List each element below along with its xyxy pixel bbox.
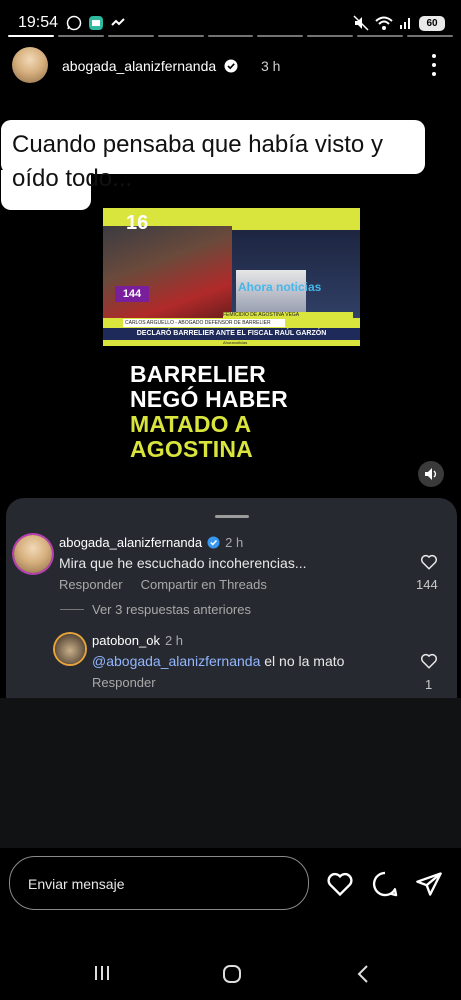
progress-segment — [207, 35, 254, 37]
progress-segment — [407, 35, 454, 37]
whatsapp-icon — [66, 15, 82, 31]
home-icon[interactable] — [221, 963, 243, 985]
reply-button[interactable]: Responder — [59, 577, 123, 592]
comment-text: @abogada_alanizfernanda el no la mato — [92, 653, 344, 669]
comment-text: Mira que he escuchado incoherencias... — [59, 555, 307, 571]
story-timestamp: 3 h — [261, 58, 281, 74]
channel-logo: Ahora noticias — [238, 280, 322, 294]
headline-line-3: MATADO A — [130, 411, 252, 437]
battery-indicator: 60 — [419, 15, 445, 31]
headline-line-4: AGOSTINA — [130, 436, 253, 462]
headline-line-1: BARRELIER — [130, 361, 266, 387]
thumbnail-photo-left — [103, 226, 232, 318]
story-username-row[interactable]: abogada_alanizfernanda — [62, 58, 238, 74]
comment-username[interactable]: abogada_alanizfernanda — [59, 535, 202, 550]
lower-third-sub: FEMICIDIO DE AGOSTINA VEGA — [223, 312, 353, 319]
comment-header: abogada_alanizfernanda 2 h — [59, 535, 243, 550]
story-avatar[interactable] — [12, 47, 48, 83]
headline: BARRELIER NEGÓ HABER MATADO A AGOSTINA — [130, 362, 288, 462]
progress-segment — [257, 35, 304, 37]
news-thumbnail[interactable]: 16 Ahora noticias 144 FEMICIDIO DE AGOST… — [103, 208, 360, 346]
verified-icon — [207, 536, 220, 549]
progress-segment — [357, 35, 404, 37]
wifi-icon — [375, 16, 393, 30]
channel-number: 16 — [126, 212, 149, 234]
comment-time: 2 h — [164, 633, 184, 648]
comment-body: el no la mato — [260, 653, 345, 669]
send-icon[interactable] — [415, 870, 443, 898]
comment-header: patobon_ok 2 h — [92, 633, 183, 648]
headline-line-2: NEGÓ HABER — [130, 386, 288, 412]
heart-icon[interactable] — [420, 553, 438, 571]
more-options-icon[interactable] — [426, 54, 442, 76]
status-time: 19:54 — [18, 14, 59, 31]
progress-segment — [157, 35, 204, 37]
like-count: 1 — [425, 677, 433, 692]
divider — [60, 609, 84, 610]
speaker-button[interactable] — [418, 461, 444, 487]
gallery-icon — [89, 16, 103, 30]
comment-icon[interactable] — [371, 870, 399, 898]
comment-time: 2 h — [225, 535, 244, 550]
heart-icon[interactable] — [420, 652, 438, 670]
signal-icon — [400, 18, 410, 29]
story-progress — [8, 35, 454, 38]
view-replies-label[interactable]: Ver 3 respuestas anteriores — [92, 602, 251, 617]
progress-segment — [57, 35, 104, 37]
thumbnail-badge: 144 — [115, 286, 149, 302]
status-left-icons — [66, 15, 126, 31]
lower-third-main: DECLARÓ BARRELIER ANTE EL FISCAL RAÚL GA… — [103, 328, 360, 340]
back-icon[interactable] — [355, 963, 371, 985]
progress-segment — [107, 35, 154, 37]
speaker-icon — [425, 468, 437, 480]
comment-username[interactable]: patobon_ok — [92, 633, 160, 648]
status-right-icons: 60 — [353, 15, 445, 31]
avatar[interactable] — [14, 535, 52, 573]
thumbnail-photo-right: Ahora noticias — [232, 230, 360, 318]
recent-apps-icon[interactable] — [92, 963, 112, 983]
link-icon — [111, 18, 125, 26]
reply-button[interactable]: Responder — [92, 675, 156, 690]
verified-icon — [224, 59, 238, 73]
avatar[interactable] — [55, 634, 85, 664]
lower-third-footer: Ahoranoticias — [223, 340, 343, 346]
mute-icon — [353, 15, 369, 31]
lower-third-top: CARLOS ARGUELLO - ABOGADO DEFENSOR DE BA… — [123, 319, 285, 327]
progress-segment — [8, 35, 54, 37]
view-replies[interactable]: Ver 3 respuestas anteriores — [60, 602, 251, 617]
comment-actions: Responder Compartir en Threads — [59, 577, 267, 592]
like-count: 144 — [416, 577, 438, 592]
heart-icon[interactable] — [326, 870, 354, 898]
message-placeholder: Enviar mensaje — [28, 876, 125, 892]
mention-link[interactable]: @abogada_alanizfernanda — [92, 653, 260, 669]
story-bottom-area — [0, 698, 461, 848]
sheet-grabber[interactable] — [215, 515, 249, 518]
share-threads-button[interactable]: Compartir en Threads — [141, 577, 267, 592]
story-username[interactable]: abogada_alanizfernanda — [62, 58, 216, 74]
caption-text: Cuando pensaba que había visto y oído to… — [12, 131, 383, 192]
progress-segment — [307, 35, 354, 37]
